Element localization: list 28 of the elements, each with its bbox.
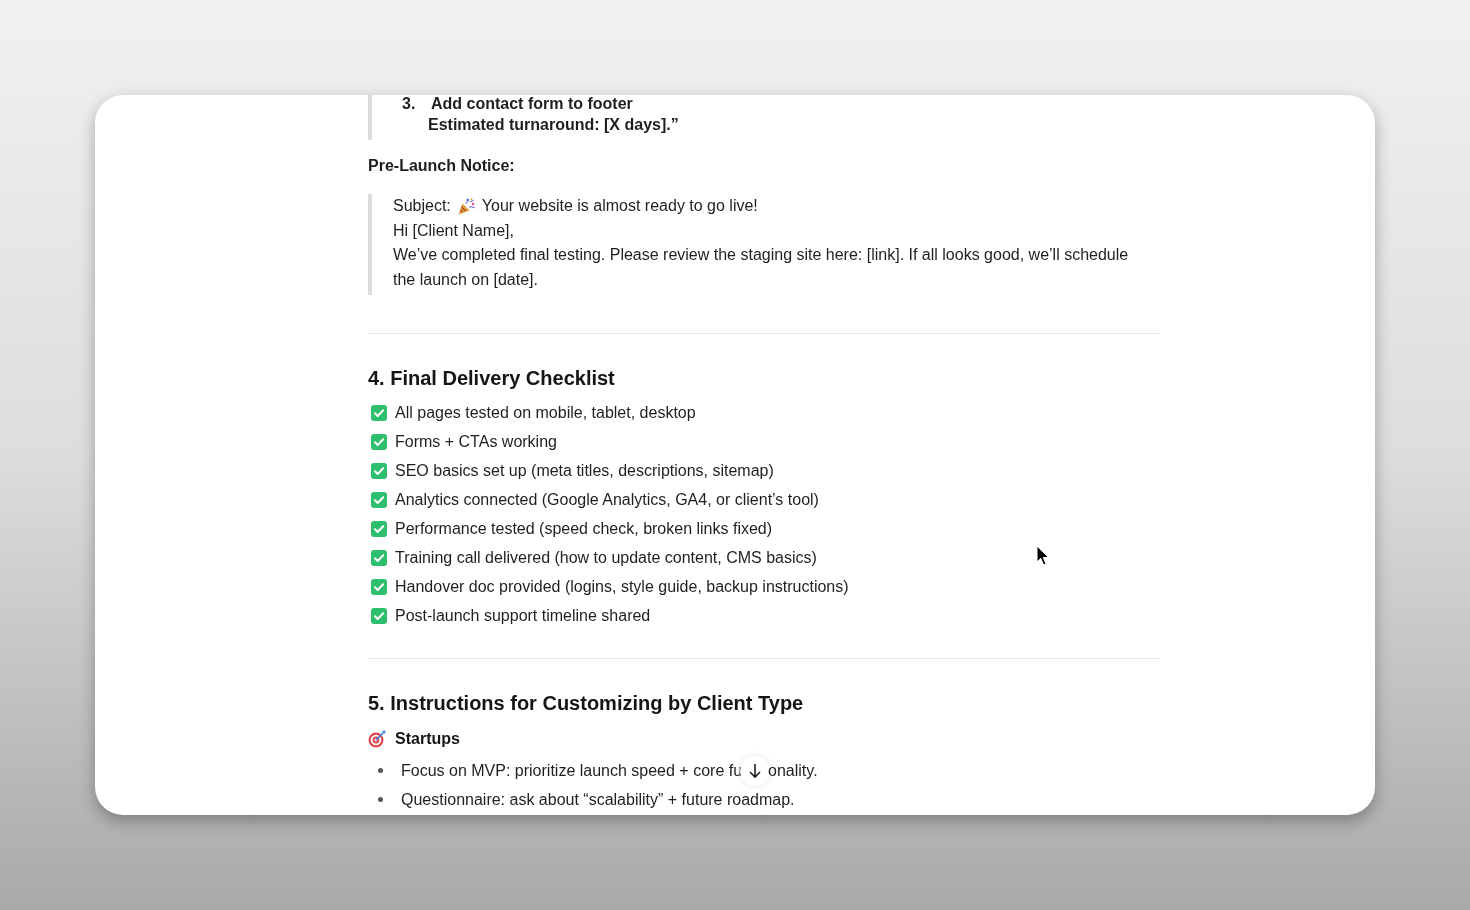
list-number: 3. (402, 95, 417, 113)
subject-label: Subject: (393, 196, 451, 216)
email-body-text: We’ve completed final testing. Please review the staging site here: [link]. If all looks good, we’ll schedule the launch on [date]. (393, 245, 1130, 290)
greeting-text: Hi [Client Name], (393, 220, 515, 241)
subject-text: Your website is almost ready to go live! (481, 196, 758, 216)
checklist-item-text: Analytics connected (Google Analytics, GA4, or client’s tool) (395, 489, 819, 510)
checklist-item-text: Performance tested (speed check, broken links fixed) (395, 518, 773, 539)
checklist-item-text: Forms + CTAs working (395, 431, 557, 452)
down-arrow-icon (749, 762, 762, 779)
checklist-item-text: SEO basics set up (meta titles, descriptions, sitemap) (395, 460, 774, 481)
bullet-icon (378, 797, 383, 802)
checklist-item-text: Handover doc provided (logins, style guide, backup instructions) (395, 576, 849, 597)
bullet-text: Questionnaire: ask about “scalability” + future roadmap. (401, 789, 795, 810)
party-popper-icon (457, 197, 476, 215)
checklist-item-text: Post-launch support timeline shared (395, 605, 651, 626)
bullet-icon (378, 768, 383, 773)
checklist-item-text: All pages tested on mobile, tablet, desktop (395, 402, 696, 423)
section-heading: 5. Instructions for Customizing by Client Type (368, 691, 805, 716)
bullet-text: Focus on MVP: prioritize launch speed + core fu (401, 760, 743, 781)
bullet-text: onality. (768, 760, 818, 781)
list-item-text: Add contact form to footer (431, 95, 633, 113)
mouse-cursor-icon (1036, 545, 1050, 567)
target-icon (368, 730, 386, 748)
quote-text: Estimated turnaround: [X days].” (428, 115, 680, 135)
subsection-heading: Startups (395, 729, 460, 749)
section-heading: 4. Final Delivery Checklist (368, 366, 616, 391)
section-label: Pre-Launch Notice: (368, 156, 516, 176)
checklist-item-text: Training call delivered (how to update content, CMS basics) (395, 547, 817, 568)
